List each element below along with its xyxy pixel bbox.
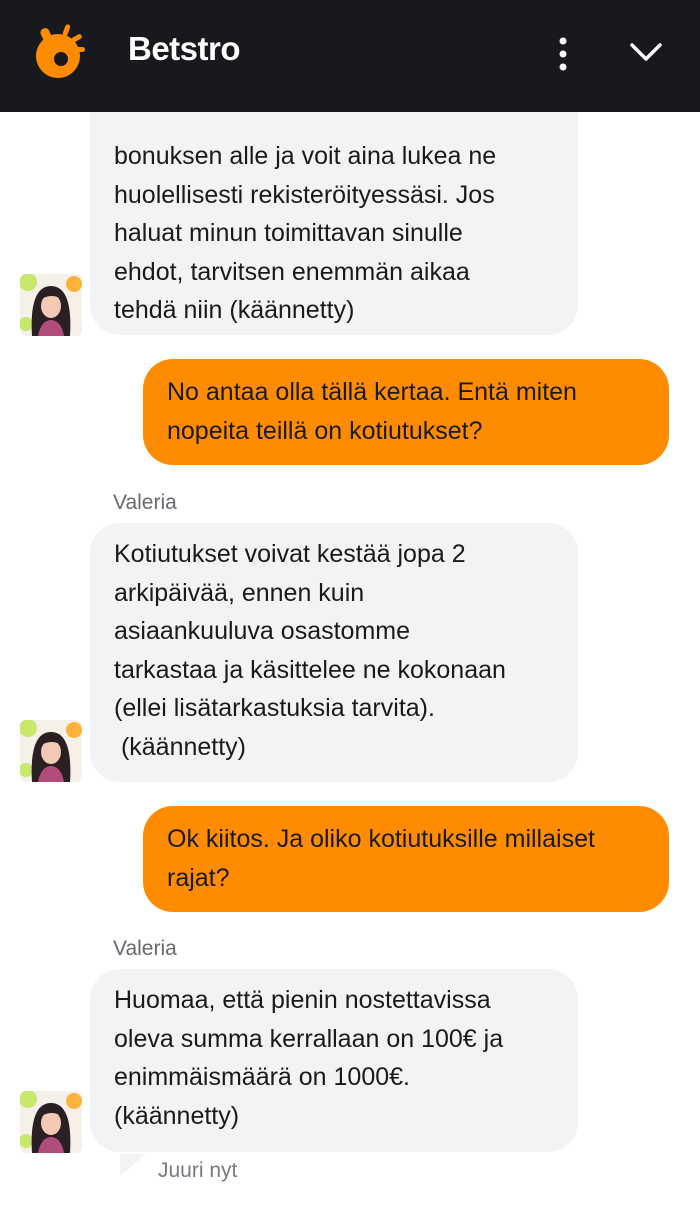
- message-line: haluat minun toimittavan sinulle: [114, 219, 463, 247]
- agent-avatar: [20, 1091, 82, 1153]
- betstro-logo-icon: [36, 24, 85, 78]
- chevron-down-icon[interactable]: [628, 38, 664, 68]
- message-line: rajat?: [167, 863, 230, 892]
- user-message: Ok kiitos. Ja oliko kotiutuksille millai…: [143, 806, 669, 912]
- agent-avatar: [20, 274, 82, 336]
- message-line: enimmäismäärä on 1000€.: [114, 1063, 410, 1091]
- message-tail-icon: [120, 1154, 146, 1176]
- chat-header: Betstro: [0, 0, 700, 112]
- app-title: Betstro: [128, 30, 241, 67]
- agent-message: bonuksen alle ja voit aina lukea ne huol…: [90, 112, 578, 335]
- agent-message: Kotiutukset voivat kestää jopa 2 arkipäi…: [90, 523, 578, 782]
- message-line: arkipäivää, ennen kuin: [114, 578, 365, 607]
- agent-avatar-icon: [20, 274, 82, 336]
- agent-message: Huomaa, että pienin nostettavissa oleva …: [90, 969, 578, 1152]
- agent-avatar-icon: [20, 720, 82, 782]
- message-line: bonuksen alle ja voit aina lukea ne: [114, 142, 497, 170]
- message-line: ehdot, tarvitsen enemmän aikaa: [114, 257, 470, 286]
- message-line: huolellisesti rekisteröityessäsi. Jos: [114, 180, 495, 209]
- message-line: tehdä niin (käännetty): [114, 296, 355, 324]
- message-line: oleva summa kerrallaan on 100€ ja: [114, 1024, 504, 1053]
- message-line: No antaa olla tällä kertaa. Entä miten: [167, 378, 577, 406]
- user-message: No antaa olla tällä kertaa. Entä miten n…: [143, 359, 669, 465]
- sender-name: Valeria: [113, 937, 177, 960]
- message-line: (käännetty): [114, 1101, 240, 1130]
- agent-avatar: [20, 720, 82, 782]
- message-line: tarkastaa ja käsittelee ne kokonaan: [114, 655, 506, 684]
- message-line: Ok kiitos. Ja oliko kotiutuksille millai…: [167, 825, 595, 853]
- message-line: (käännetty): [114, 732, 247, 761]
- message-line: nopeita teillä on kotiutukset?: [167, 416, 483, 445]
- message-line: (ellei lisätarkastuksia tarvita).: [114, 694, 435, 722]
- agent-avatar-icon: [20, 1091, 82, 1153]
- chat-transcript[interactable]: bonuksen alle ja voit aina lukea ne huol…: [0, 112, 700, 1215]
- message-line: Huomaa, että pienin nostettavissa: [114, 986, 491, 1014]
- message-line: Kotiutukset voivat kestää jopa 2: [114, 540, 466, 568]
- more-vertical-icon[interactable]: [548, 34, 578, 74]
- sender-name: Valeria: [113, 491, 177, 514]
- message-line: asiaankuuluva osastomme: [114, 617, 410, 645]
- message-timestamp: Juuri nyt: [158, 1159, 238, 1182]
